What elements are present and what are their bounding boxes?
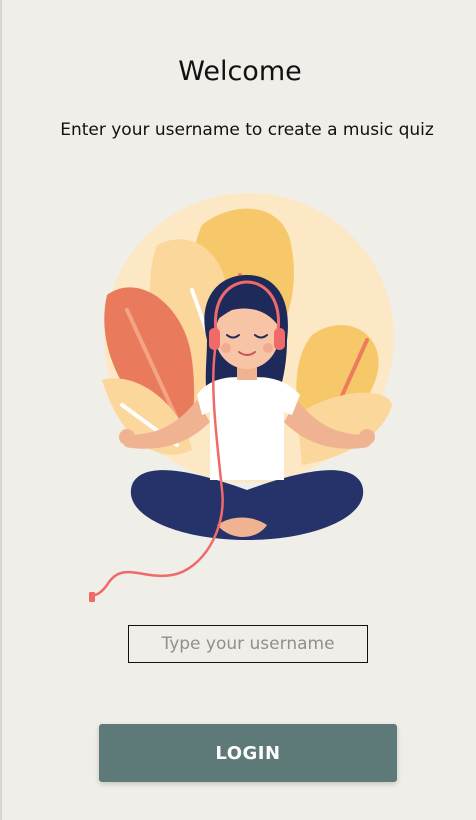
meditation-illustration — [89, 193, 394, 602]
headphone-jack — [89, 592, 95, 602]
right-cheek — [263, 343, 273, 353]
page-title: Welcome — [178, 56, 302, 87]
right-hand — [359, 429, 375, 445]
left-hand — [119, 429, 135, 445]
login-button[interactable]: LOGIN — [99, 724, 397, 782]
headphone-right-cup — [274, 328, 285, 350]
username-input[interactable] — [128, 625, 368, 663]
left-cheek — [221, 343, 231, 353]
headphone-left-cup — [209, 328, 220, 350]
page-subtitle: Enter your username to create a music qu… — [60, 120, 434, 140]
